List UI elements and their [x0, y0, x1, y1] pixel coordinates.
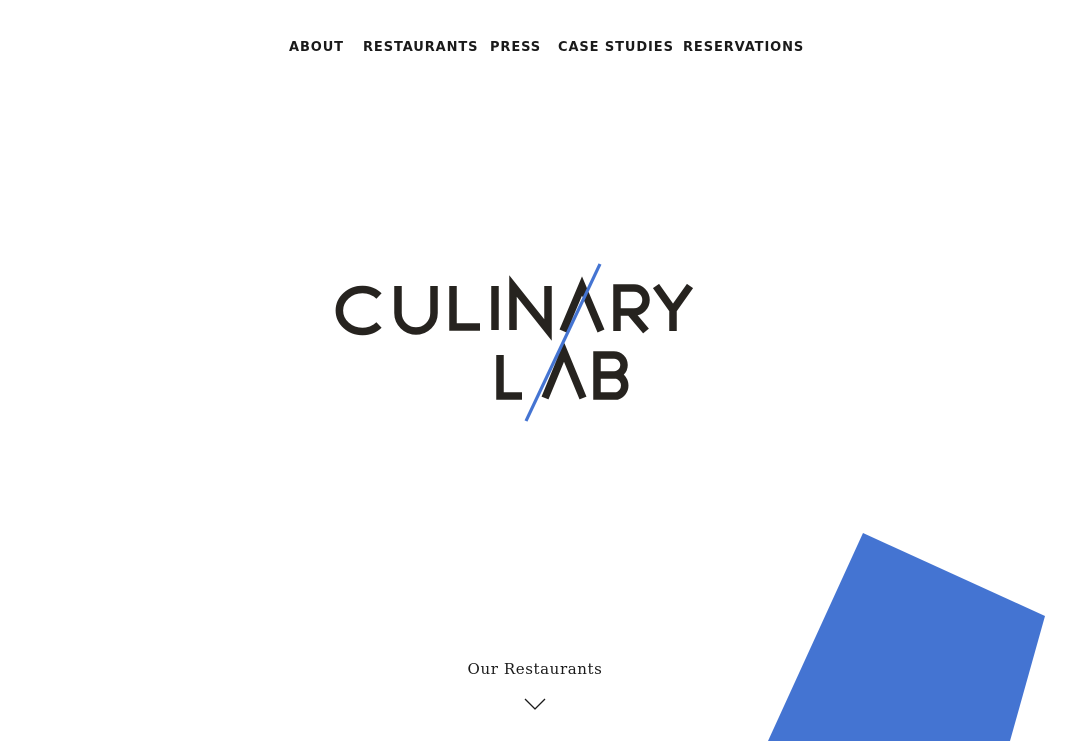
- chevron-down-icon[interactable]: [524, 697, 546, 711]
- blue-decorative-shape: [768, 533, 1045, 741]
- our-restaurants-link-container: Our Restaurants: [0, 660, 1070, 679]
- our-restaurants-link[interactable]: Our Restaurants: [468, 660, 603, 678]
